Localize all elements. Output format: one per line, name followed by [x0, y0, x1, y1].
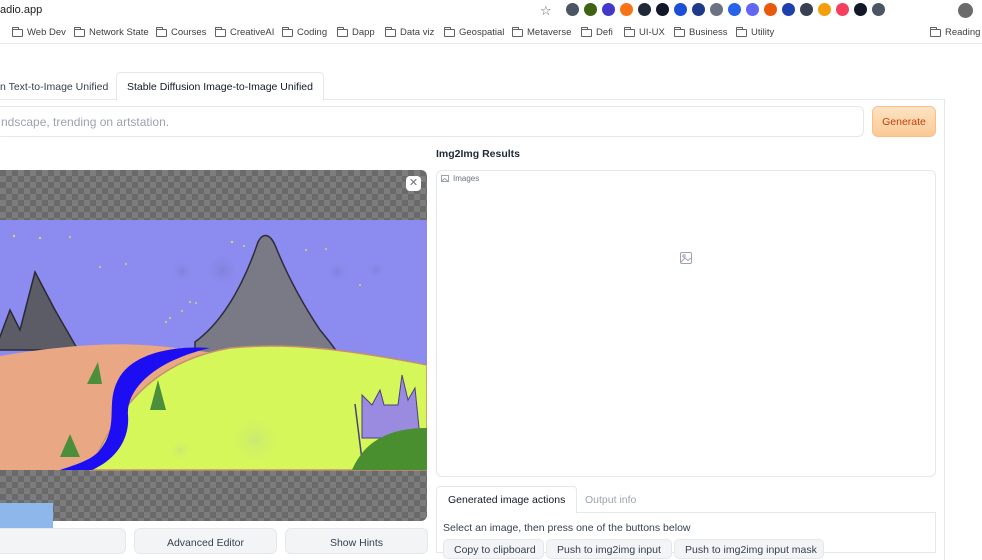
bookmark-creativeai[interactable]: CreativeAI [215, 26, 274, 38]
extension-icon[interactable] [584, 3, 597, 16]
url-text[interactable]: adio.app [0, 4, 42, 16]
folder-icon [736, 26, 747, 37]
profile-avatar[interactable] [958, 3, 973, 18]
folder-icon [624, 26, 635, 37]
folder-icon [215, 26, 226, 37]
prompt-input[interactable]: ndscape, trending on artstation. [0, 106, 864, 137]
copy-to-clipboard-button[interactable]: Copy to clipboard [443, 539, 544, 559]
actions-instruction: Select an image, then press one of the b… [443, 522, 691, 534]
bookmark-ui-ux[interactable]: UI-UX [624, 26, 665, 38]
bookmark-defi[interactable]: Defi [581, 26, 613, 38]
bookmark-web-dev[interactable]: Web Dev [12, 26, 66, 38]
extension-icon[interactable] [620, 3, 633, 16]
results-title: Img2Img Results [436, 148, 521, 160]
bookmark-metaverse[interactable]: Metaverse [512, 26, 571, 38]
generate-button[interactable]: Generate [872, 106, 936, 137]
bookmarks-bar: Web Dev Network State Courses CreativeAI… [0, 24, 982, 44]
bookmark-utility[interactable]: Utility [736, 26, 774, 38]
reading-list[interactable]: Reading L [930, 26, 982, 38]
folder-icon [444, 26, 455, 37]
folder-icon [337, 26, 348, 37]
extension-icon[interactable] [764, 3, 777, 16]
folder-icon [385, 26, 396, 37]
folder-icon [581, 26, 592, 37]
app-tabs: n Text-to-Image Unified Stable Diffusion… [0, 72, 945, 101]
folder-icon [156, 26, 167, 37]
extension-icon[interactable] [638, 3, 651, 16]
folder-icon [12, 26, 23, 37]
sketch-image [0, 220, 427, 471]
browser-toolbar: adio.app ☆ [0, 0, 982, 22]
push-to-img2img-mask-button[interactable]: Push to img2img input mask [674, 539, 824, 559]
extension-icon[interactable] [692, 3, 705, 16]
tab-output-info[interactable]: Output info [574, 486, 647, 514]
advanced-editor-button[interactable]: Advanced Editor [134, 528, 277, 554]
bookmark-data-viz[interactable]: Data viz [385, 26, 434, 38]
folder-icon [282, 26, 293, 37]
extension-icons [566, 3, 885, 16]
editor-option-button[interactable] [0, 528, 126, 554]
show-hints-button[interactable]: Show Hints [285, 528, 428, 554]
image-placeholder-icon [680, 252, 692, 264]
extension-icon[interactable] [872, 3, 885, 16]
folder-icon [512, 26, 523, 37]
image-icon [441, 175, 449, 182]
extension-icon[interactable] [818, 3, 831, 16]
bookmark-geospatial[interactable]: Geospatial [444, 26, 504, 38]
push-to-img2img-input-button[interactable]: Push to img2img input [546, 539, 672, 559]
gallery-label: Images [441, 174, 479, 183]
extension-icon[interactable] [782, 3, 795, 16]
folder-icon [74, 26, 85, 37]
extension-icon[interactable] [800, 3, 813, 16]
image-canvas[interactable] [0, 170, 427, 521]
extension-icon[interactable] [566, 3, 579, 16]
extension-icon[interactable] [674, 3, 687, 16]
extension-icon[interactable] [836, 3, 849, 16]
tab-generated-image-actions[interactable]: Generated image actions [436, 486, 578, 514]
tab-image-to-image[interactable]: Stable Diffusion Image-to-Image Unified [116, 72, 324, 101]
close-icon[interactable]: ✕ [406, 176, 421, 191]
bookmark-courses[interactable]: Courses [156, 26, 206, 38]
extension-icon[interactable] [728, 3, 741, 16]
bookmark-dapp[interactable]: Dapp [337, 26, 375, 38]
folder-icon [674, 26, 685, 37]
bookmark-coding[interactable]: Coding [282, 26, 327, 38]
tab-text-to-image[interactable]: n Text-to-Image Unified [0, 72, 118, 101]
reading-list-icon [930, 26, 941, 37]
bookmark-star-icon[interactable]: ☆ [540, 3, 552, 19]
extension-icon[interactable] [710, 3, 723, 16]
results-gallery[interactable] [436, 170, 936, 477]
extension-icon[interactable] [602, 3, 615, 16]
extension-icon[interactable] [746, 3, 759, 16]
bookmark-business[interactable]: Business [674, 26, 728, 38]
extension-icon[interactable] [656, 3, 669, 16]
actions-tabs: Generated image actions Output info [436, 486, 936, 514]
extension-icon[interactable] [854, 3, 867, 16]
bookmark-network-state[interactable]: Network State [74, 26, 149, 38]
